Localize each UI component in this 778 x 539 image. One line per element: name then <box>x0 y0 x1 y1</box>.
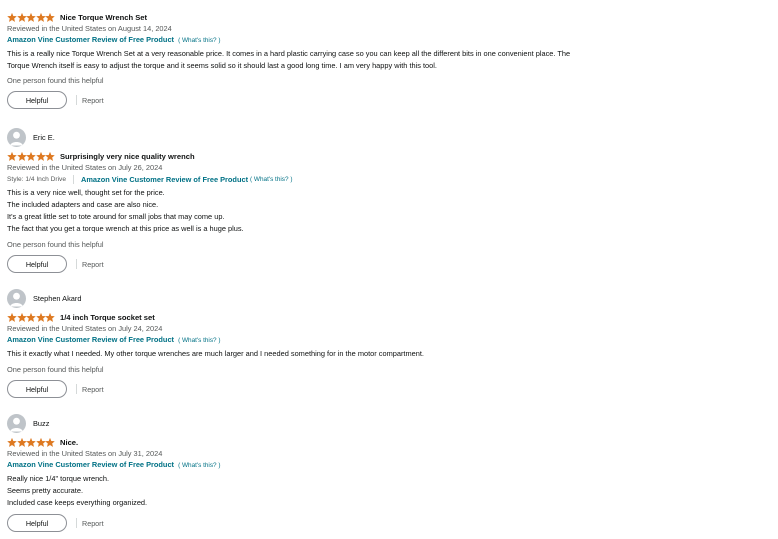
star-rating[interactable] <box>7 437 56 447</box>
review-body: This is a very nice well, thought set fo… <box>7 187 767 235</box>
reviewer-profile[interactable]: Buzz <box>7 413 767 433</box>
star-icon <box>16 312 27 322</box>
star-rating[interactable] <box>7 151 56 161</box>
review-date: Reviewed in the United States on August … <box>7 24 172 33</box>
style-label[interactable]: Style: 1/4 Inch Drive <box>7 174 66 185</box>
vine-badge: Amazon Vine Customer Review of Free Prod… <box>7 34 767 46</box>
review-body: This it exactly what I needed. My other … <box>7 348 767 360</box>
report-link[interactable]: Report <box>82 385 104 394</box>
action-divider <box>76 384 77 394</box>
vine-label: Amazon Vine Customer Review of Free Prod… <box>7 335 175 344</box>
review-body-line: Included case keeps everything organized… <box>7 498 148 507</box>
review-body-line: Really nice 1/4" torque wrench. <box>7 474 110 483</box>
review-body-line: This is a really nice Torque Wrench Set … <box>7 49 571 58</box>
review-actions: Helpful Report <box>7 255 767 273</box>
found-helpful-text: One person found this helpful <box>7 365 104 374</box>
reviewer-profile[interactable]: Eric E. <box>7 127 767 147</box>
review-actions: Helpful Report <box>7 91 767 109</box>
vine-badge: Amazon Vine Customer Review of Free Prod… <box>7 459 767 471</box>
star-icon <box>16 12 27 22</box>
star-icon <box>26 12 37 22</box>
star-icon <box>26 312 37 322</box>
avatar-icon <box>7 288 26 308</box>
report-link[interactable]: Report <box>82 96 104 105</box>
review-card: Eric E. Surprisingly very nice quality w… <box>7 127 767 273</box>
whats-this-link[interactable]: ( What's this? ) <box>178 37 220 44</box>
star-icon <box>35 151 46 161</box>
star-icon <box>45 312 56 322</box>
review-body-line: This it exactly what I needed. My other … <box>7 349 424 358</box>
star-rating[interactable] <box>7 312 56 322</box>
avatar-icon <box>7 413 26 433</box>
found-helpful-text: One person found this helpful <box>7 240 104 249</box>
star-icon <box>16 151 27 161</box>
review-actions: Helpful Report <box>7 514 767 532</box>
whats-this-link[interactable]: ( What's this? ) <box>250 176 292 183</box>
vine-label: Amazon Vine Customer Review of Free Prod… <box>7 460 175 469</box>
helpful-button[interactable]: Helpful <box>7 514 67 532</box>
star-icon <box>26 437 37 447</box>
review-body-line: Torque Wrench itself is easy to adjust t… <box>7 61 437 70</box>
review-body-line: Seems pretty accurate. <box>7 486 83 495</box>
review-body-line: The included adapters and case are also … <box>7 200 159 209</box>
whats-this-link[interactable]: ( What's this? ) <box>178 337 220 344</box>
review-title-row: Nice. <box>7 436 767 448</box>
reviews-list: Nice Torque Wrench Set Reviewed in the U… <box>0 0 778 539</box>
reviewer-profile[interactable]: Stephen Akard <box>7 288 767 308</box>
star-icon <box>45 12 56 22</box>
whats-this-link[interactable]: ( What's this? ) <box>178 462 220 469</box>
helpful-button[interactable]: Helpful <box>7 255 67 273</box>
action-divider <box>76 95 77 105</box>
helpful-button[interactable]: Helpful <box>7 91 67 109</box>
separator <box>73 174 75 184</box>
review-body: This is a really nice Torque Wrench Set … <box>7 48 767 72</box>
review-title[interactable]: Nice. <box>60 438 78 447</box>
review-title[interactable]: Nice Torque Wrench Set <box>60 13 147 22</box>
star-icon <box>7 437 17 447</box>
review-body-line: It's a great little set to tote around f… <box>7 212 225 221</box>
report-link[interactable]: Report <box>82 260 104 269</box>
review-actions: Helpful Report <box>7 380 767 398</box>
vine-label: Amazon Vine Customer Review of Free Prod… <box>7 35 175 44</box>
helpful-button[interactable]: Helpful <box>7 380 67 398</box>
vine-label: Amazon Vine Customer Review of Free Prod… <box>81 174 249 184</box>
star-icon <box>7 12 17 22</box>
review-title[interactable]: Surprisingly very nice quality wrench <box>60 152 195 161</box>
review-date: Reviewed in the United States on July 26… <box>7 163 163 172</box>
vine-badge: Amazon Vine Customer Review of Free Prod… <box>7 334 767 346</box>
review-card: Stephen Akard 1/4 inch Torque socket set… <box>7 288 767 398</box>
review-body-line: This is a very nice well, thought set fo… <box>7 188 165 197</box>
review-card: Buzz Nice. Reviewed in the United States… <box>7 413 767 532</box>
review-title-row: Surprisingly very nice quality wrench <box>7 150 767 162</box>
star-icon <box>35 12 46 22</box>
review-body: Really nice 1/4" torque wrench. Seems pr… <box>7 473 767 509</box>
action-divider <box>76 518 77 528</box>
star-icon <box>35 437 46 447</box>
star-icon <box>16 437 27 447</box>
review-card: Nice Torque Wrench Set Reviewed in the U… <box>7 11 767 109</box>
star-icon <box>7 312 17 322</box>
review-title-row: 1/4 inch Torque socket set <box>7 311 767 323</box>
star-icon <box>45 437 56 447</box>
avatar-icon <box>7 127 26 147</box>
review-title[interactable]: 1/4 inch Torque socket set <box>60 313 155 322</box>
review-title-row: Nice Torque Wrench Set <box>7 11 767 23</box>
star-icon <box>45 151 56 161</box>
reviewer-name: Buzz <box>33 418 50 428</box>
action-divider <box>76 259 77 269</box>
review-body-line: The fact that you get a torque wrench at… <box>7 224 244 233</box>
reviewer-name: Eric E. <box>33 132 55 142</box>
report-link[interactable]: Report <box>82 519 104 528</box>
star-icon <box>26 151 37 161</box>
review-date: Reviewed in the United States on July 31… <box>7 449 163 458</box>
star-rating[interactable] <box>7 12 56 22</box>
found-helpful-text: One person found this helpful <box>7 76 104 85</box>
style-and-vine-row: Style: 1/4 Inch Drive Amazon Vine Custom… <box>7 173 767 185</box>
reviewer-name: Stephen Akard <box>33 293 82 303</box>
star-icon <box>35 312 46 322</box>
review-date: Reviewed in the United States on July 24… <box>7 324 163 333</box>
star-icon <box>7 151 17 161</box>
